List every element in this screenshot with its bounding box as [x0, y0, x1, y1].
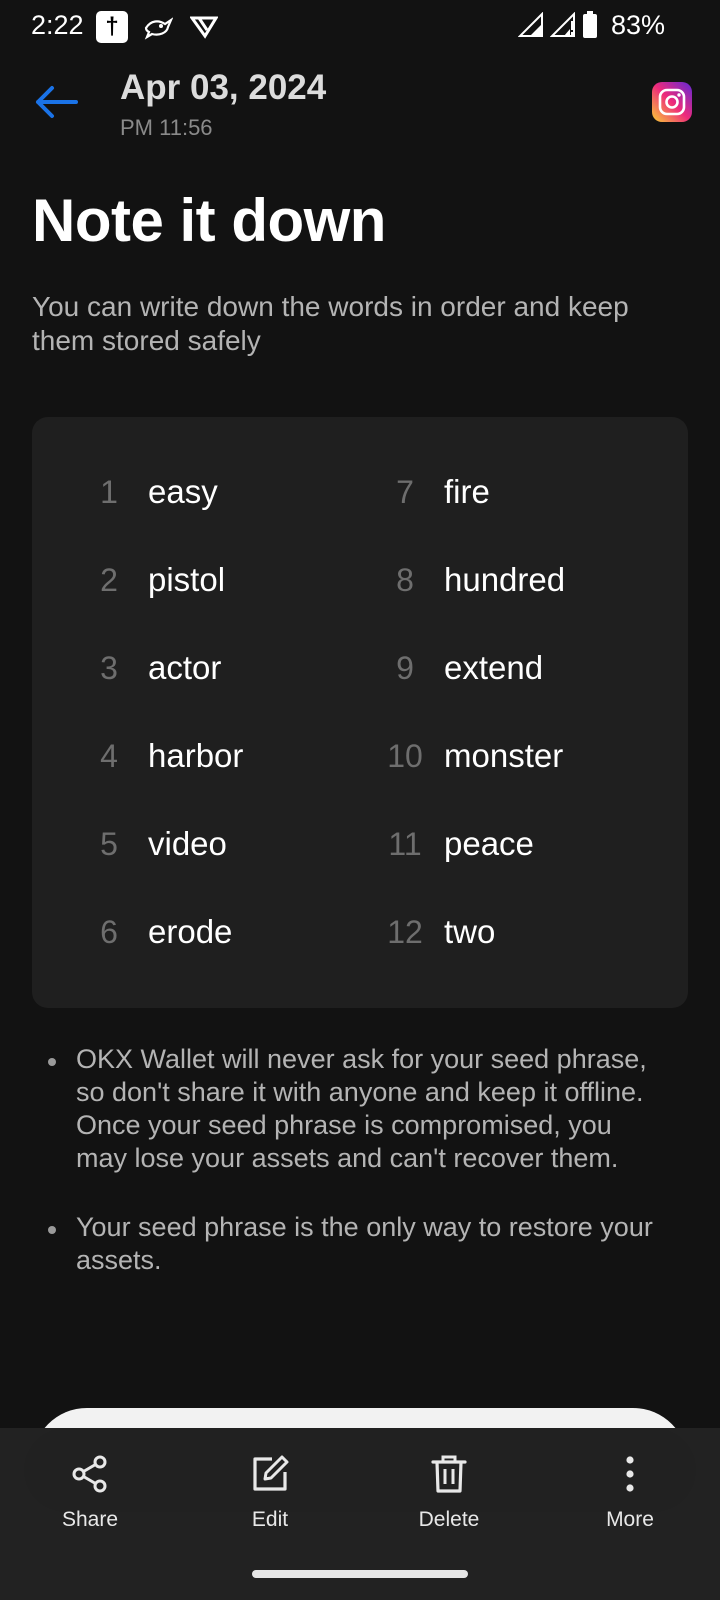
edit-button[interactable]: Edit [205, 1452, 335, 1532]
seed-phrase-card: 1 easy 2 pistol 3 actor 4 harbor 5 video 6 ero… [32, 417, 688, 1008]
page-subtitle: You can write down the words in order an… [32, 291, 629, 356]
seed-word: 12 two [387, 913, 496, 950]
back-button[interactable] [30, 78, 82, 126]
signal-icon [518, 12, 543, 37]
vpn-icon [188, 11, 220, 43]
seed-word: 4 harbor [100, 737, 244, 774]
status-time: 2:22 [31, 10, 84, 40]
note-date: Apr 03, 2024 [120, 68, 327, 107]
warning-item: Your seed phrase is the only way to rest… [48, 1211, 658, 1277]
seed-word: 11 peace [388, 825, 534, 862]
home-indicator[interactable] [252, 1570, 468, 1578]
cross-icon: † [96, 11, 128, 43]
share-button[interactable]: Share [25, 1452, 155, 1532]
system-icons [518, 11, 598, 39]
edit-icon [248, 1452, 292, 1496]
battery-percent: 83% [611, 10, 666, 40]
share-icon [68, 1452, 112, 1496]
seed-word: 8 hundred [396, 561, 566, 598]
seed-word: 7 fire [396, 473, 490, 510]
seed-word: 6 erode [100, 913, 233, 950]
more-label: More [606, 1508, 654, 1531]
note-time: PM 11:56 [120, 115, 213, 140]
seed-word: 3 actor [100, 649, 222, 686]
notification-icons: † [96, 11, 220, 43]
delete-label: Delete [418, 1508, 480, 1531]
seed-word: 9 extend [396, 649, 544, 686]
status-bar: 2:22 † 83% [0, 0, 720, 56]
battery-icon [583, 11, 597, 38]
seed-word: 1 easy [100, 473, 218, 510]
warning-list: OKX Wallet will never ask for your seed … [48, 1043, 658, 1313]
edit-label: Edit [251, 1508, 289, 1531]
seed-word: 10 monster [387, 737, 564, 774]
seed-word: 2 pistol [100, 561, 226, 598]
instagram-icon[interactable] [652, 82, 692, 122]
trash-icon [427, 1452, 471, 1496]
delete-button[interactable]: Delete [384, 1452, 514, 1532]
seed-word: 5 video [100, 825, 227, 862]
bird-icon [142, 11, 174, 43]
arrow-left-icon [36, 86, 78, 118]
signal-alert-icon [550, 12, 575, 37]
share-label: Share [61, 1508, 119, 1531]
more-button[interactable]: More [565, 1452, 695, 1532]
warning-item: OKX Wallet will never ask for your seed … [48, 1043, 658, 1175]
more-vertical-icon [608, 1452, 652, 1496]
page-title: Note it down [32, 187, 386, 254]
